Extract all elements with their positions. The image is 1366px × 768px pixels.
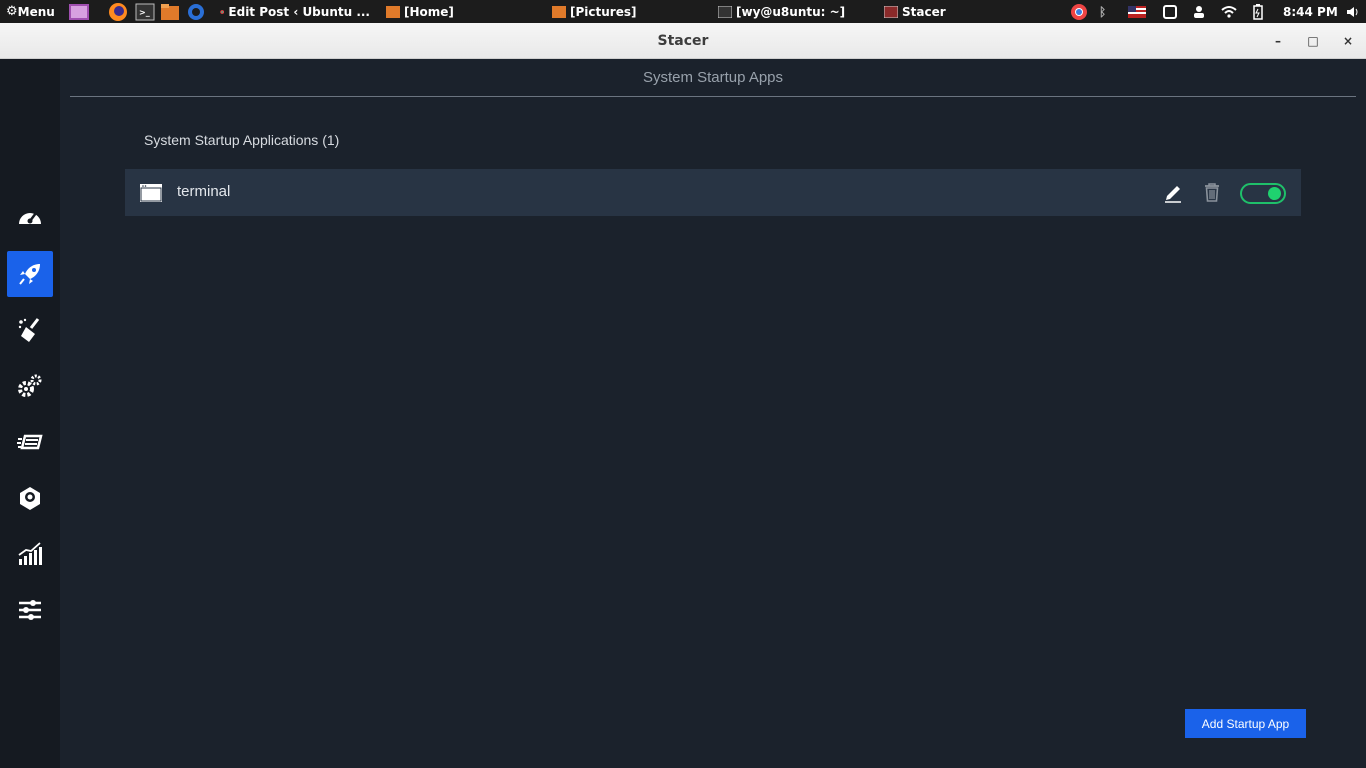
task-label: [Home] bbox=[404, 4, 454, 19]
task-terminal[interactable]: [wy@u8untu: ~] bbox=[718, 0, 868, 23]
menu-label: Menu bbox=[17, 4, 55, 19]
task-label: [wy@u8untu: ~] bbox=[736, 4, 846, 19]
task-label: Edit Post ‹ Ubuntu ... bbox=[228, 4, 370, 19]
chart-icon bbox=[18, 542, 42, 565]
video-launcher-icon[interactable] bbox=[68, 0, 90, 23]
sidebar-item-resources[interactable] bbox=[7, 531, 53, 577]
folder-icon bbox=[386, 5, 400, 18]
window-titlebar[interactable]: Stacer – □ × bbox=[0, 23, 1366, 59]
system-panel: ⚙ Menu >_ Edit Post ‹ Ubuntu ... [Home] … bbox=[0, 0, 1366, 23]
sidebar-item-settings[interactable] bbox=[7, 587, 53, 633]
sidebar-item-dashboard[interactable] bbox=[7, 195, 53, 241]
maximize-button[interactable]: □ bbox=[1303, 31, 1323, 51]
sidebar-item-uninstaller[interactable] bbox=[7, 475, 53, 521]
menu-button[interactable]: ⚙ Menu bbox=[6, 0, 55, 23]
sidebar-item-processes[interactable] bbox=[7, 419, 53, 465]
wifi-icon[interactable] bbox=[1221, 0, 1237, 23]
clock[interactable]: 8:44 PM bbox=[1283, 0, 1338, 23]
firefox-launcher-icon[interactable] bbox=[108, 0, 128, 23]
broom-icon bbox=[18, 318, 40, 342]
section-title: System Startup Applications (1) bbox=[144, 132, 340, 148]
speedometer-icon bbox=[19, 212, 41, 224]
page-title: System Startup Apps bbox=[642, 69, 784, 86]
sliders-icon bbox=[19, 600, 41, 620]
add-startup-app-button[interactable]: Add Startup App bbox=[1185, 709, 1306, 738]
main-content: System Startup Apps System Startup Appli… bbox=[60, 59, 1366, 768]
sidebar-item-system-cleaner[interactable] bbox=[7, 307, 53, 353]
battery-icon[interactable] bbox=[1253, 0, 1263, 23]
clipboard-tray-icon[interactable] bbox=[1163, 0, 1177, 23]
title-divider bbox=[70, 96, 1356, 97]
chrome-tray-icon[interactable] bbox=[1070, 0, 1088, 23]
task-label: Stacer bbox=[902, 4, 946, 19]
sidebar bbox=[0, 59, 60, 768]
task-home[interactable]: [Home] bbox=[386, 0, 536, 23]
terminal-launcher-icon[interactable]: >_ bbox=[135, 0, 155, 23]
close-button[interactable]: × bbox=[1338, 31, 1358, 51]
task-stacer[interactable]: Stacer bbox=[884, 0, 1034, 23]
window-title: Stacer bbox=[657, 33, 709, 49]
gear-icon: ⚙ bbox=[6, 4, 18, 19]
volume-icon[interactable] bbox=[1346, 0, 1360, 23]
terminal-icon bbox=[718, 5, 732, 18]
browser-launcher-icon[interactable] bbox=[186, 0, 206, 23]
package-icon bbox=[20, 487, 40, 510]
trash-icon[interactable] bbox=[1201, 181, 1223, 203]
task-chrome[interactable]: Edit Post ‹ Ubuntu ... bbox=[220, 0, 370, 23]
sidebar-item-services[interactable] bbox=[7, 363, 53, 409]
bluetooth-icon[interactable]: ᛒ bbox=[1099, 0, 1106, 23]
app-name: terminal bbox=[177, 183, 231, 200]
task-pictures[interactable]: [Pictures] bbox=[552, 0, 702, 23]
task-label: [Pictures] bbox=[570, 4, 637, 19]
sidebar-item-startup-apps[interactable] bbox=[7, 251, 53, 297]
minimize-button[interactable]: – bbox=[1268, 31, 1288, 51]
chrome-icon bbox=[220, 9, 225, 14]
startup-toggle[interactable] bbox=[1240, 183, 1286, 204]
edit-icon[interactable] bbox=[1162, 181, 1184, 203]
application-window-icon bbox=[140, 184, 162, 202]
processes-icon bbox=[17, 434, 43, 450]
toggle-knob bbox=[1268, 187, 1281, 200]
user-icon[interactable] bbox=[1193, 0, 1205, 23]
gears-icon bbox=[18, 374, 42, 397]
svg-text:>_: >_ bbox=[139, 8, 150, 17]
list-item[interactable]: terminal bbox=[125, 169, 1301, 216]
files-launcher-icon[interactable] bbox=[160, 0, 180, 23]
folder-icon bbox=[552, 5, 566, 18]
keyboard-layout-flag-icon[interactable] bbox=[1128, 0, 1146, 23]
rocket-icon bbox=[19, 264, 40, 285]
stacer-icon bbox=[884, 5, 898, 18]
